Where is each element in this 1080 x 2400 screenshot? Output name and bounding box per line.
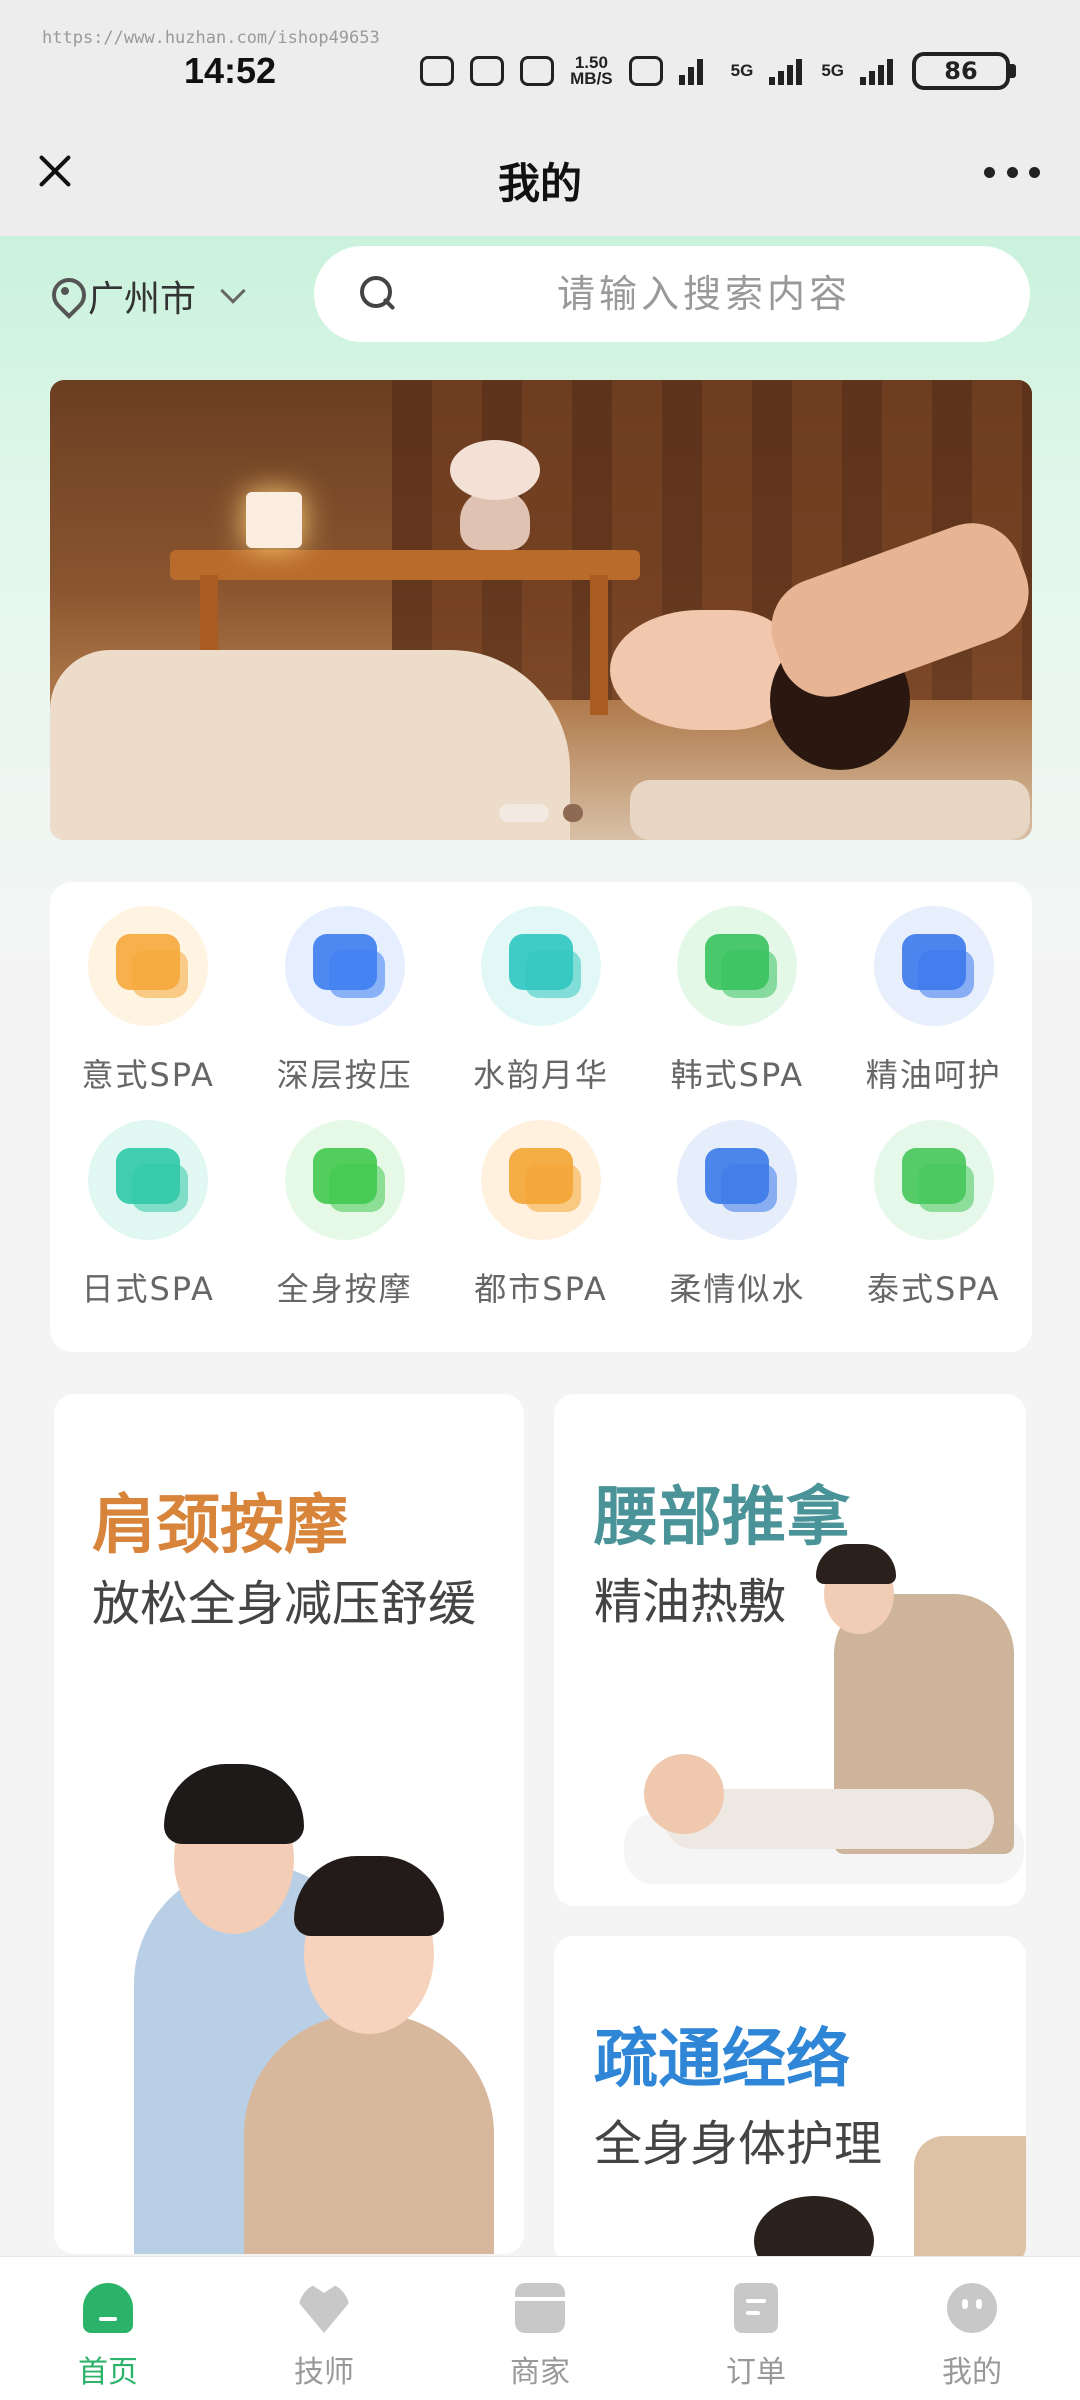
category-icon xyxy=(284,1120,405,1240)
category-item[interactable]: 柔情似水 xyxy=(639,1120,835,1310)
battery-icon: 86 xyxy=(912,52,1016,90)
promo-image xyxy=(244,2014,494,2254)
banner-carousel[interactable] xyxy=(50,380,1032,840)
nav-item-home[interactable]: 首页 xyxy=(0,2257,216,2400)
promo-subtitle: 放松全身减压舒缓 xyxy=(92,1576,477,1632)
order-icon xyxy=(734,2283,778,2333)
banner-image-flower xyxy=(450,440,540,500)
signal-5g-label: 5G xyxy=(730,61,754,80)
hd-call-icon xyxy=(628,56,663,86)
signal-5g-label-2: 5G xyxy=(821,61,844,80)
search-input[interactable] xyxy=(414,246,994,342)
promo-title: 肩颈按摩 xyxy=(92,1489,348,1563)
location-selector[interactable]: 广州市 xyxy=(52,272,246,320)
city-name: 广州市 xyxy=(88,279,197,320)
wifi-icon xyxy=(678,57,715,85)
category-icon xyxy=(677,906,798,1026)
status-time: 14:52 xyxy=(184,50,277,91)
category-item[interactable]: 日式SPA xyxy=(50,1120,246,1310)
category-item[interactable]: 水韵月华 xyxy=(443,906,639,1096)
user-icon xyxy=(947,2283,997,2333)
category-label: 精油呵护 xyxy=(865,1056,1002,1094)
category-label: 泰式SPA xyxy=(867,1270,1001,1308)
banner-image-candle xyxy=(246,492,302,548)
category-icon xyxy=(480,1120,601,1240)
signal-icon-2 xyxy=(860,57,896,85)
status-icons: 1.50 MB/S 5G 5G 86 xyxy=(420,52,1016,90)
category-item[interactable]: 泰式SPA xyxy=(836,1120,1032,1310)
nav-label: 首页 xyxy=(78,2355,138,2390)
shop-icon xyxy=(515,2283,565,2333)
category-label: 日式SPA xyxy=(81,1270,215,1308)
more-icon[interactable] xyxy=(984,162,1040,182)
category-label: 都市SPA xyxy=(474,1270,608,1308)
network-speed-unit: MB/S xyxy=(570,69,613,88)
promo-card-waist[interactable]: 腰部推拿 精油热敷 xyxy=(554,1394,1026,1906)
nav-label: 订单 xyxy=(726,2355,786,2390)
category-icon xyxy=(284,906,405,1026)
nfc-icon xyxy=(420,56,455,86)
search-bar[interactable] xyxy=(314,246,1030,342)
banner-image-face xyxy=(610,610,790,730)
category-icon xyxy=(873,906,994,1026)
nav-label: 技师 xyxy=(294,2355,354,2390)
category-label: 柔情似水 xyxy=(669,1270,806,1308)
signal-icon xyxy=(769,57,805,85)
nav-item-shop[interactable]: 商家 xyxy=(432,2257,648,2400)
home-icon xyxy=(83,2283,133,2333)
category-icon xyxy=(480,906,601,1026)
status-bar: https://www.huzhan.com/ishop49653 14:52 … xyxy=(0,0,1080,120)
category-label: 水韵月华 xyxy=(472,1056,609,1094)
category-label: 全身按摩 xyxy=(276,1270,413,1308)
promo-title: 腰部推拿 xyxy=(594,1481,850,1555)
category-item[interactable]: 深层按压 xyxy=(246,906,442,1096)
carousel-indicator xyxy=(50,804,1032,822)
promo-card-shoulder-neck[interactable]: 肩颈按摩 放松全身减压舒缓 xyxy=(54,1394,524,2254)
category-icon xyxy=(677,1120,798,1240)
promo-title: 疏通经络 xyxy=(594,2023,850,2097)
promo-image xyxy=(914,2136,1026,2266)
bottom-nav: 首页 技师 商家 订单 我的 xyxy=(0,2256,1080,2400)
search-icon xyxy=(360,276,392,308)
banner-image-table xyxy=(170,550,640,580)
category-label: 深层按压 xyxy=(276,1056,413,1094)
nav-label: 商家 xyxy=(510,2355,570,2390)
watermark-text: https://www.huzhan.com/ishop49653 xyxy=(42,28,380,48)
category-icon xyxy=(873,1120,994,1240)
banner-image-table-leg xyxy=(590,575,608,715)
category-item[interactable]: 都市SPA xyxy=(443,1120,639,1310)
promo-image xyxy=(644,1754,724,1834)
nav-item-heart[interactable]: 技师 xyxy=(216,2257,432,2400)
category-item[interactable]: 全身按摩 xyxy=(246,1120,442,1310)
nav-label: 我的 xyxy=(942,2355,1002,2390)
category-label: 韩式SPA xyxy=(670,1056,805,1094)
promo-subtitle: 精油热敷 xyxy=(594,1574,787,1630)
notification-icon-2 xyxy=(520,56,555,86)
category-grid: 意式SPA 深层按压 水韵月华 韩式SPA 精油呵护日式SPA 全身按摩 都市SPA 柔情似水… xyxy=(50,906,1032,1310)
promo-card-meridian[interactable]: 疏通经络 全身身体护理 xyxy=(554,1936,1026,2266)
nav-item-order[interactable]: 订单 xyxy=(648,2257,864,2400)
nav-item-user[interactable]: 我的 xyxy=(864,2257,1080,2400)
promo-subtitle: 全身身体护理 xyxy=(594,2116,883,2172)
page-title: 我的 xyxy=(497,159,582,208)
title-bar: 我的 xyxy=(0,120,1080,236)
network-speed: 1.50 MB/S xyxy=(570,54,613,88)
category-icon xyxy=(88,906,209,1026)
heart-icon xyxy=(299,2283,349,2333)
category-item[interactable]: 精油呵护 xyxy=(836,906,1032,1096)
category-item[interactable]: 意式SPA xyxy=(50,906,246,1096)
carousel-dot[interactable] xyxy=(563,804,583,822)
location-pin-icon xyxy=(52,278,78,314)
carousel-dot-active[interactable] xyxy=(499,804,549,822)
category-card: 意式SPA 深层按压 水韵月华 韩式SPA 精油呵护日式SPA 全身按摩 都市SPA 柔情似水… xyxy=(50,882,1032,1352)
category-label: 意式SPA xyxy=(81,1056,215,1094)
chevron-down-icon xyxy=(220,278,246,304)
notification-icon xyxy=(470,56,505,86)
category-item[interactable]: 韩式SPA xyxy=(639,906,835,1096)
promo-image xyxy=(294,1856,444,1936)
category-icon xyxy=(88,1120,209,1240)
promo-image xyxy=(164,1764,304,1844)
promo-image xyxy=(816,1544,896,1584)
